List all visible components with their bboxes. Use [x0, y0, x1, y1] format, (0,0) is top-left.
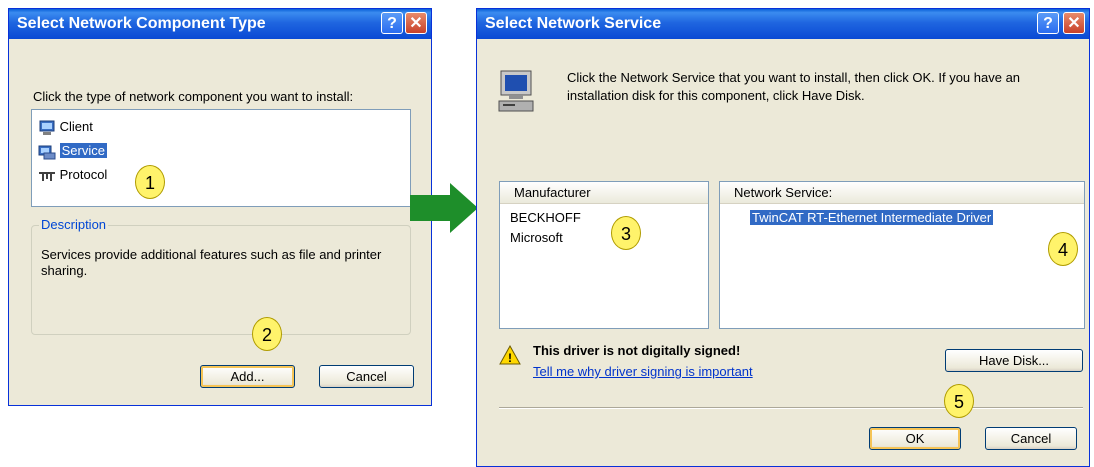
select-network-service-dialog: Select Network Service ? ✕ Click the Net… [476, 8, 1090, 467]
list-item-protocol[interactable]: Protocol [38, 166, 107, 184]
step-callout-3: 3 [611, 216, 641, 250]
list-item-service[interactable]: Service [38, 142, 107, 160]
instruction-text: Click the type of network component you … [33, 89, 354, 104]
client-label: Client [59, 119, 93, 134]
close-button[interactable]: ✕ [1063, 12, 1085, 34]
description-text: Services provide additional features suc… [41, 247, 382, 278]
driver-signing-link[interactable]: Tell me why driver signing is important [533, 364, 753, 379]
warning-icon: ! [499, 345, 521, 365]
protocol-label: Protocol [59, 167, 108, 182]
ok-button[interactable]: OK [869, 427, 961, 450]
dialog-title: Select Network Component Type [17, 15, 266, 32]
warning-title: This driver is not digitally signed! [533, 343, 741, 358]
component-type-list[interactable]: Client Service Protocol [31, 109, 411, 207]
list-item-service[interactable]: TwinCAT RT-Ethernet Intermediate Driver [750, 210, 994, 225]
manufacturer-list[interactable]: Manufacturer BECKHOFF Microsoft [499, 181, 709, 329]
select-component-type-dialog: Select Network Component Type ? ✕ Click … [8, 8, 432, 406]
service-label: Service [59, 143, 107, 158]
help-button[interactable]: ? [1037, 12, 1059, 34]
dialog-titlebar[interactable]: Select Network Service [477, 9, 1089, 39]
step-callout-2: 2 [252, 317, 282, 351]
add-button[interactable]: Add... [200, 365, 295, 388]
have-disk-button[interactable]: Have Disk... [945, 349, 1083, 372]
list-item-manufacturer[interactable]: Microsoft [510, 230, 563, 245]
dialog-titlebar[interactable]: Select Network Component Type [9, 9, 431, 39]
list-item-client[interactable]: Client [38, 118, 93, 136]
cancel-button[interactable]: Cancel [985, 427, 1077, 450]
dialog-title: Select Network Service [485, 15, 662, 32]
cancel-button[interactable]: Cancel [319, 365, 414, 388]
instruction-text: Click the Network Service that you want … [567, 70, 1021, 103]
manufacturer-column-header[interactable]: Manufacturer [500, 182, 708, 204]
network-service-list[interactable]: Network Service: TwinCAT RT-Ethernet Int… [719, 181, 1085, 329]
step-callout-4: 4 [1048, 232, 1078, 266]
svg-text:!: ! [508, 351, 512, 365]
description-label: Description [39, 217, 109, 232]
service-label: TwinCAT RT-Ethernet Intermediate Driver [750, 210, 994, 225]
protocol-icon [39, 171, 55, 181]
close-button[interactable]: ✕ [405, 12, 427, 34]
description-groupbox [31, 225, 411, 335]
green-arrow-icon [410, 183, 478, 233]
step-callout-5: 5 [944, 384, 974, 418]
help-button[interactable]: ? [381, 12, 403, 34]
computer-icon [498, 70, 534, 112]
step-callout-1: 1 [135, 165, 165, 199]
separator [499, 407, 1083, 409]
service-column-header[interactable]: Network Service: [720, 182, 1084, 204]
service-icon [38, 145, 56, 160]
list-item-manufacturer[interactable]: BECKHOFF [510, 210, 581, 225]
client-icon [39, 120, 55, 135]
